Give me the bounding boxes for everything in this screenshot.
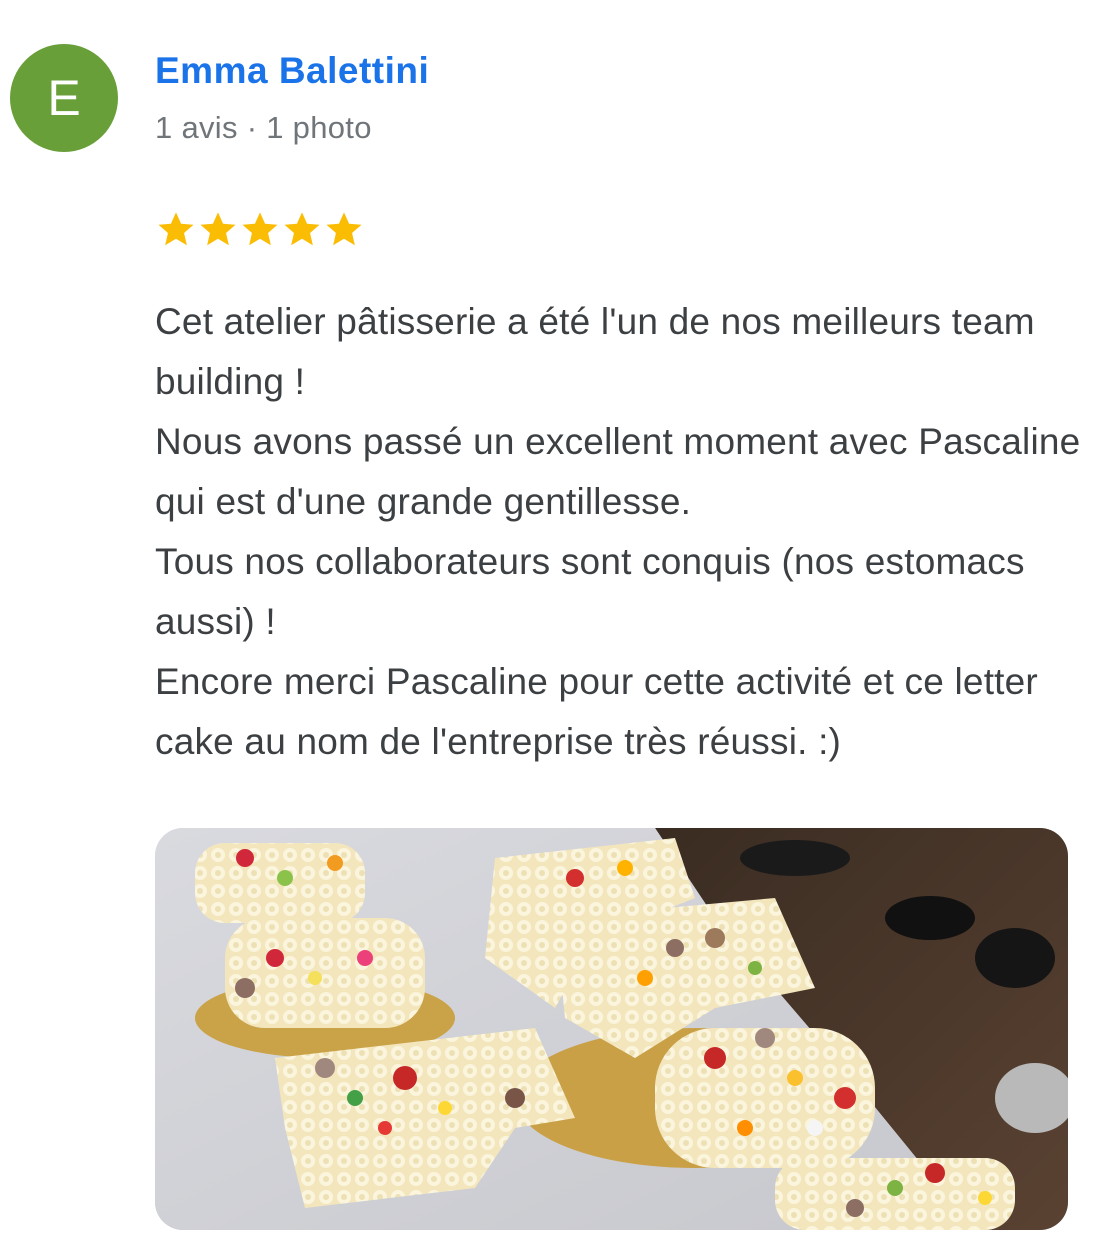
reviewer-name-link[interactable]: Emma Balettini xyxy=(155,50,429,92)
review-photo[interactable] xyxy=(155,828,1068,1230)
star-icon xyxy=(200,212,236,246)
star-icon xyxy=(158,212,194,246)
letter-cakes-photo-image xyxy=(155,828,1068,1230)
reviewer-avatar[interactable]: E xyxy=(10,44,118,152)
reviewer-stats: 1 avis · 1 photo xyxy=(155,110,372,145)
star-icon xyxy=(326,212,362,246)
star-icon xyxy=(242,212,278,246)
star-icon xyxy=(284,212,320,246)
star-rating xyxy=(155,208,365,250)
review-text: Cet atelier pâtisserie a été l'un de nos… xyxy=(155,301,1081,762)
